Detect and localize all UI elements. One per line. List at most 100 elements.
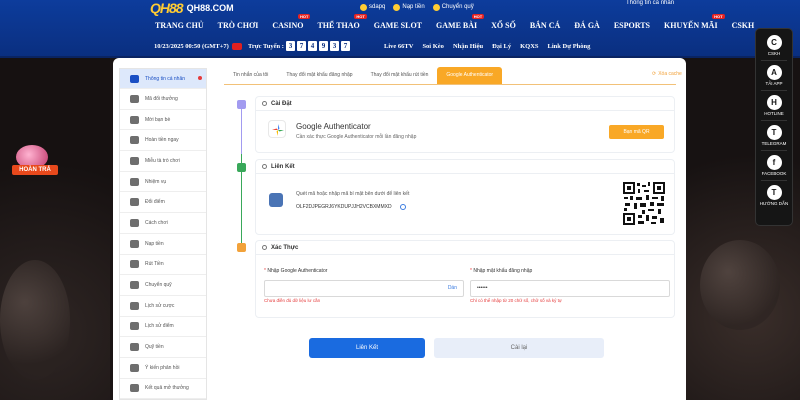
link-backup[interactable]: Link Dự Phòng [548, 43, 591, 50]
settings-tabs: Tin nhắn của tôi Thay đổi mật khẩu đăng … [224, 67, 503, 84]
transfer-icon [130, 281, 139, 290]
link-results[interactable]: KQXS [520, 43, 538, 50]
user-account[interactable]: sdapq [360, 3, 385, 11]
account-sidebar: Thông tin cá nhân Mã đổi thưởng Mời bạn … [119, 68, 207, 400]
link-icon [262, 164, 267, 169]
coins-icon [130, 343, 139, 352]
link-title: Liên Kết [271, 163, 295, 170]
nav-label: BẮN CÁ [529, 21, 561, 30]
tab-login-password[interactable]: Thay đổi mật khẩu đăng nhập [277, 67, 361, 84]
sidebar-item-feedback[interactable]: Ý kiến phản hồi [120, 358, 206, 379]
sidebar-item-label: Cách chơi [145, 219, 168, 226]
nav-label: GAME BÀI [436, 21, 478, 30]
nav-label: XỔ SỐ [491, 21, 516, 30]
task-icon [130, 177, 139, 186]
nav-item-games[interactable]: TRÒ CHƠI [211, 18, 266, 34]
nav-item-home[interactable]: TRANG CHỦ [148, 18, 211, 34]
sidepanel-telegram[interactable]: T TELEGRAM [755, 125, 793, 146]
sidebar-item-label: Rút Tiền [145, 261, 164, 268]
setup-title: Cài Đặt [271, 100, 292, 107]
sidepanel-hotline[interactable]: H HOTLINE [755, 95, 793, 116]
sidebar-item-points-history[interactable]: Lịch sử điểm [120, 317, 206, 338]
online-digit: 4 [307, 41, 317, 51]
nav-item-lottery[interactable]: XỔ SỐ [484, 18, 523, 34]
password-input[interactable]: •••••• [470, 280, 670, 297]
sidebar-item-invite[interactable]: Mời bạn bè [120, 110, 206, 131]
nav-item-fishing[interactable]: BẮN CÁ [523, 18, 567, 34]
transfer-link[interactable]: Chuyển quỹ [432, 3, 474, 11]
divider [761, 150, 787, 151]
sidebar-item-transfer[interactable]: Chuyển quỹ [120, 275, 206, 296]
sidebar-item-label: Mã đổi thưởng [145, 95, 178, 102]
sidepanel-guide[interactable]: T HƯỚNG DẪN [755, 185, 793, 206]
document-icon [130, 301, 139, 310]
sidebar-item-label: Miễu tà trò chơi [145, 157, 180, 164]
link-tips[interactable]: Soi Kèo [422, 43, 444, 50]
nav-item-sports[interactable]: THỂ THAO HOT [310, 14, 367, 34]
sidebar-item-redeem[interactable]: Đổi điểm [120, 192, 206, 214]
sidepanel-facebook[interactable]: f FACEBOOK [755, 155, 793, 176]
telegram-icon: T [766, 125, 782, 140]
rebate-promo[interactable]: HOÀN TRẢ [12, 145, 58, 179]
password-error: Chỉ có thể nhập từ 20 chữ số, chữ số và … [470, 298, 562, 303]
online-digit: 7 [296, 41, 306, 51]
nav-item-cockfight[interactable]: ĐÁ GÀ [567, 18, 607, 34]
sidebar-item-profile[interactable]: Thông tin cá nhân [120, 69, 206, 89]
tab-google-authenticator[interactable]: Google Authenticator [437, 67, 503, 84]
step-3-icon [237, 243, 246, 252]
sidebar-item-tasks[interactable]: Nhiệm vụ [120, 172, 206, 193]
sidebar-item-rebate[interactable]: Hoàn tiền ngay [120, 130, 206, 152]
verify-section: Xác Thực [255, 240, 675, 318]
password-label-text: Nhập mật khẩu đăng nhập [473, 268, 533, 274]
sidepanel-app[interactable]: A TẢI APP [755, 65, 793, 86]
circle-icon [130, 322, 139, 331]
qr-code-button[interactable]: Bạn mã QR [609, 125, 664, 139]
copy-icon[interactable] [399, 204, 406, 210]
shield-icon [262, 245, 267, 250]
sidebar-item-withdraw[interactable]: Rút Tiền [120, 255, 206, 276]
sidebar-item-deposit[interactable]: Nạp tiền [120, 234, 206, 255]
link-live[interactable]: Live 66TV [384, 43, 413, 50]
sidebar-item-bet-history[interactable]: Lịch sử cược [120, 296, 206, 317]
sidebar-item-label: Ý kiến phản hồi [145, 364, 180, 371]
paste-button[interactable]: Dán [448, 281, 457, 296]
tab-withdraw-password[interactable]: Thay đổi mật khẩu rút tiền [362, 67, 438, 84]
ga-code-input[interactable]: Dán [264, 280, 464, 297]
sidebar-item-howto[interactable]: Cách chơi [120, 213, 206, 234]
password-value: •••••• [477, 285, 488, 291]
step-2-icon [237, 163, 246, 172]
phone-icon: H [766, 95, 782, 110]
refresh-icon: ⟳ [652, 71, 657, 77]
rebate-label: HOÀN TRẢ [12, 165, 58, 175]
sidebar-item-reward-code[interactable]: Mã đổi thưởng [120, 89, 206, 110]
nav-item-cards[interactable]: GAME BÀI HOT [429, 14, 485, 34]
device-icon [269, 193, 283, 207]
sidebar-item-funds[interactable]: Quỹ tiền [120, 337, 206, 358]
sidebar-item-label: Quỹ tiền [145, 344, 164, 351]
top-actions: sdapq Nạp tiền Chuyển quỹ [360, 0, 474, 14]
diamond-icon [130, 115, 139, 124]
tab-messages[interactable]: Tin nhắn của tôi [224, 67, 277, 84]
sub-bar: 10/23/2025 00:50 (GMT+7) Trực Tuyến : 3 … [0, 36, 800, 56]
decorative-ball-left [0, 260, 70, 380]
link-button[interactable]: Liên Kết [309, 338, 425, 358]
nav-item-esports[interactable]: ESPORTS [607, 18, 657, 34]
reset-button[interactable]: Cài lại [434, 338, 604, 358]
link-agent[interactable]: Đại Lý [492, 43, 511, 50]
floating-contact-panel: C CSKH A TẢI APP H HOTLINE T TELEGRAM f … [755, 28, 793, 226]
deposit-link[interactable]: Nạp tiền [393, 3, 425, 11]
sidepanel-support[interactable]: C CSKH [755, 35, 793, 56]
sidebar-item-game-guide[interactable]: Miễu tà trò chơi [120, 151, 206, 172]
clear-cache-link[interactable]: ⟳ Xóa cache [652, 71, 682, 77]
nav-item-slot[interactable]: GAME SLOT [367, 18, 429, 34]
sidepanel-label: CSKH [767, 51, 781, 56]
site-logo[interactable]: QH88 QH88.COM [150, 0, 240, 16]
link-code[interactable]: Nhận Hiệu [453, 43, 483, 50]
transfer-label: Chuyển quỹ [441, 4, 474, 10]
ticket-icon [130, 94, 139, 103]
youtube-icon[interactable] [232, 42, 242, 50]
profile-link[interactable]: Thông tin cá nhân [626, 0, 674, 6]
nav-item-promotions[interactable]: KHUYẾN MÃI HOT [657, 14, 725, 34]
nav-item-casino[interactable]: CASINO HOT [265, 14, 311, 34]
sidebar-item-results[interactable]: Kết quả mở thưởng [120, 379, 206, 400]
